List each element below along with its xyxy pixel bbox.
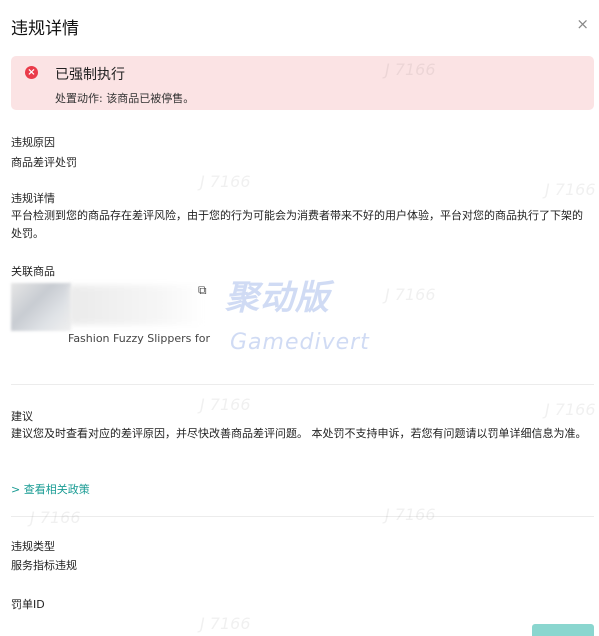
watermark-tag: J 7166 bbox=[30, 508, 81, 527]
view-policy-link[interactable]: > 查看相关政策 bbox=[11, 481, 90, 497]
alert-description: 处置动作: 该商品已被停售。 bbox=[55, 92, 195, 105]
copy-icon[interactable]: ⧉ bbox=[198, 283, 207, 298]
error-icon: × bbox=[25, 66, 38, 79]
suggestion-label: 建议 bbox=[11, 410, 33, 423]
divider bbox=[11, 384, 594, 385]
related-product-label: 关联商品 bbox=[11, 265, 55, 278]
reason-value: 商品差评处罚 bbox=[11, 156, 77, 169]
suggestion-text: 建议您及时查看对应的差评原因，并尽快改善商品差评问题。 本处罚不支持申诉，若您有… bbox=[11, 427, 587, 440]
confirm-button[interactable] bbox=[532, 624, 594, 636]
watermark-tag: J 7166 bbox=[200, 614, 251, 633]
reason-label: 违规原因 bbox=[11, 136, 55, 149]
product-title-blurred bbox=[69, 285, 204, 325]
watermark-tag: J 7166 bbox=[200, 172, 251, 191]
close-icon[interactable]: × bbox=[576, 15, 589, 33]
watermark-tag: J 7166 bbox=[545, 400, 596, 419]
dialog-title: 违规详情 bbox=[11, 19, 79, 39]
divider bbox=[11, 516, 594, 517]
watermark-tag: J 7166 bbox=[385, 505, 436, 524]
watermark-logo: 聚动版 bbox=[225, 278, 330, 318]
status-alert: × 已强制执行 处置动作: 该商品已被停售。 bbox=[11, 56, 594, 110]
product-thumbnail[interactable] bbox=[11, 283, 71, 331]
alert-title: 已强制执行 bbox=[55, 67, 125, 83]
watermark-tag: J 7166 bbox=[385, 60, 436, 79]
watermark-tag: J 7166 bbox=[385, 285, 436, 304]
violation-type-label: 违规类型 bbox=[11, 540, 55, 553]
product-name[interactable]: Fashion Fuzzy Slippers for bbox=[68, 332, 210, 345]
watermark-tag: J 7166 bbox=[200, 395, 251, 414]
watermark-text: Gamedivert bbox=[230, 330, 370, 355]
penalty-id-label: 罚单ID bbox=[11, 598, 45, 611]
watermark-tag: J 7166 bbox=[545, 180, 596, 199]
details-label: 违规详情 bbox=[11, 192, 55, 205]
details-text: 平台检测到您的商品存在差评风险，由于您的行为可能会为消费者带来不好的用户体验，平… bbox=[11, 209, 583, 240]
violation-type-value: 服务指标违规 bbox=[11, 559, 77, 572]
